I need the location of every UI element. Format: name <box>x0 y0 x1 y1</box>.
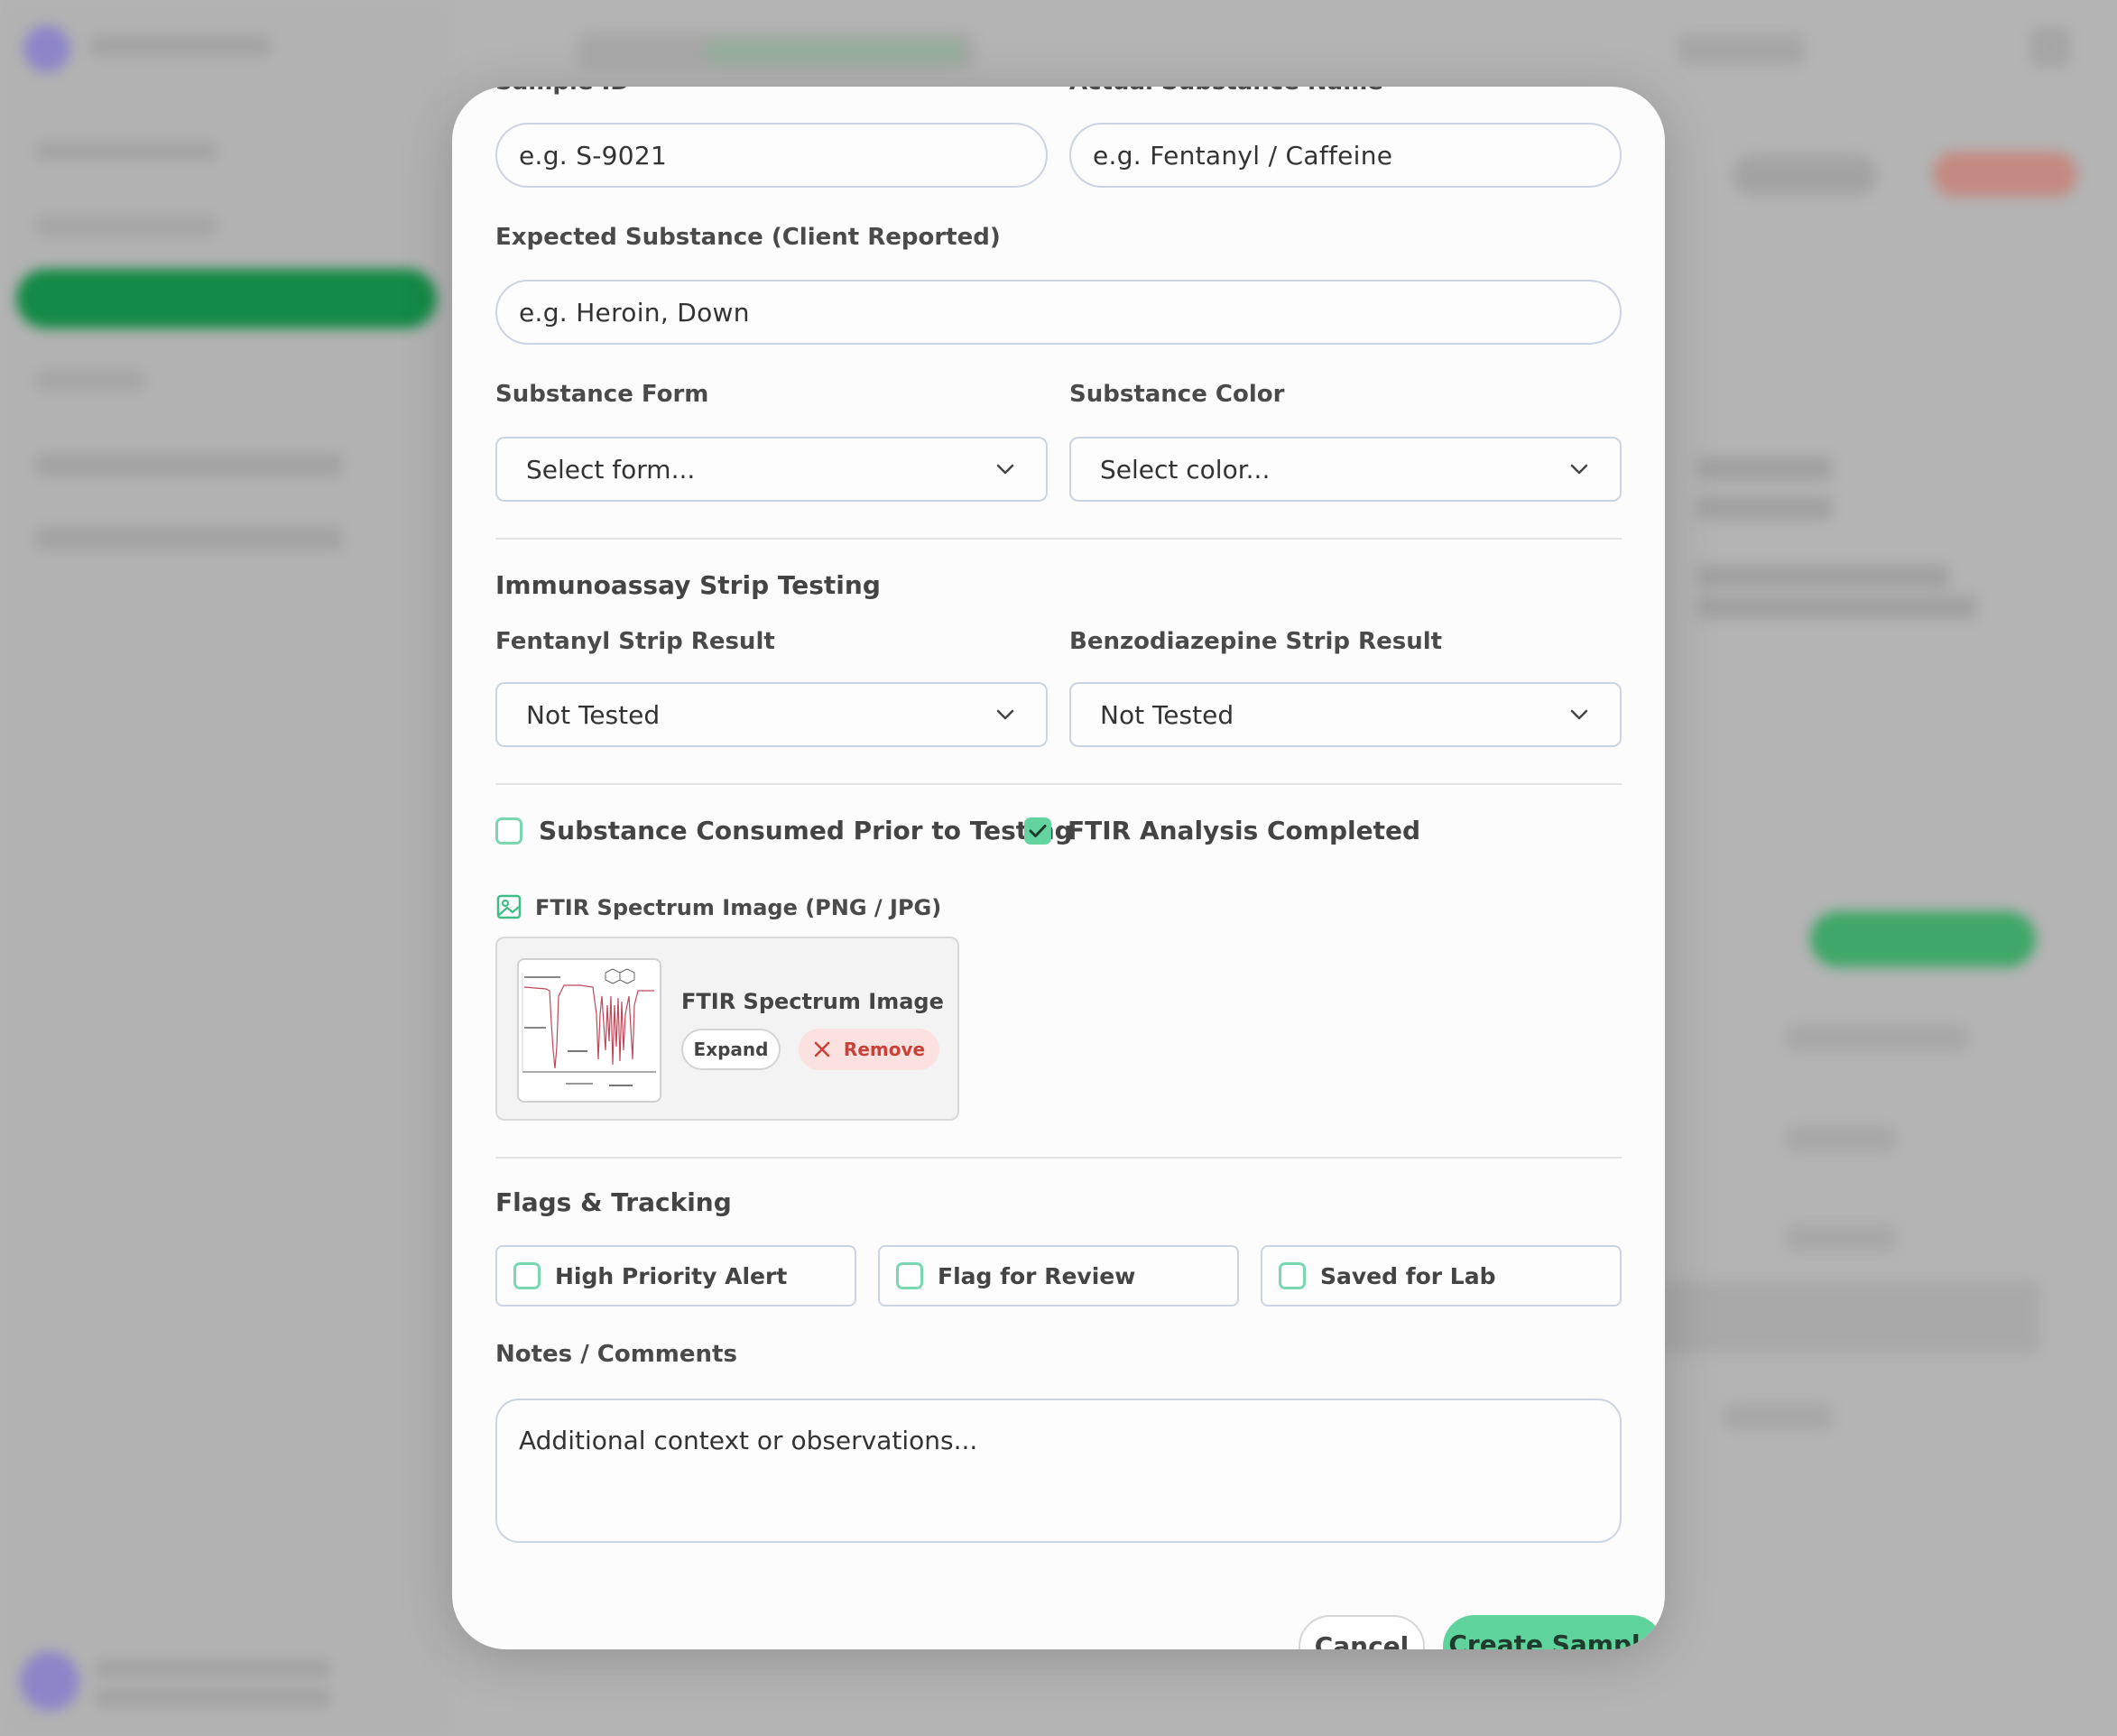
background-section <box>36 453 343 476</box>
background-nav-item <box>36 141 217 161</box>
ftir-upload-preview: FTIR Spectrum Image Expand Remove <box>495 937 959 1121</box>
ftir-thumbnail[interactable] <box>517 958 661 1103</box>
fentanyl-strip-label: Fentanyl Strip Result <box>495 628 775 655</box>
benzo-strip-label: Benzodiazepine Strip Result <box>1069 628 1443 655</box>
background-status <box>704 38 966 65</box>
chevron-down-icon <box>1567 457 1591 481</box>
background-icon <box>2030 27 2070 67</box>
background-search <box>1678 34 1805 65</box>
substance-color-value: Select color... <box>1100 454 1271 485</box>
actual-substance-label: Actual Substance Name <box>1069 87 1383 96</box>
ftir-completed-label: FTIR Analysis Completed <box>1068 816 1420 845</box>
high-priority-checkbox[interactable] <box>513 1262 541 1289</box>
background-band <box>1660 1281 2039 1353</box>
flags-title: Flags & Tracking <box>495 1187 732 1217</box>
image-icon <box>495 893 522 924</box>
flag-review-label: Flag for Review <box>938 1263 1136 1289</box>
actual-substance-input[interactable]: e.g. Fentanyl / Caffeine <box>1069 123 1622 188</box>
flag-review-checkbox[interactable] <box>896 1262 923 1289</box>
background-row <box>1787 1225 1895 1251</box>
ftir-file-name: FTIR Spectrum Image <box>681 989 944 1014</box>
sample-id-label: Sample ID <box>495 87 630 96</box>
background-row <box>1724 1404 1832 1429</box>
remove-button[interactable]: Remove <box>799 1029 939 1070</box>
background-text <box>1696 596 1976 619</box>
background-nav-item <box>36 217 217 236</box>
create-sample-modal: Sample ID Actual Substance Name e.g. S-9… <box>452 87 1665 1649</box>
background-nav-item <box>36 370 144 390</box>
divider <box>495 1157 1622 1159</box>
background-brand <box>90 36 271 56</box>
divider <box>495 783 1622 785</box>
fentanyl-strip-select[interactable]: Not Tested <box>495 682 1048 747</box>
substance-form-value: Select form... <box>526 454 696 485</box>
flag-review[interactable]: Flag for Review <box>878 1245 1239 1307</box>
notes-label: Notes / Comments <box>495 1341 737 1368</box>
background-user <box>96 1660 330 1678</box>
notes-textarea[interactable]: Additional context or observations... <box>495 1399 1622 1543</box>
background-row <box>1787 1126 1895 1151</box>
background-text <box>1696 565 1949 588</box>
background-button <box>1733 155 1877 195</box>
substance-color-label: Substance Color <box>1069 381 1285 408</box>
expected-substance-label: Expected Substance (Client Reported) <box>495 224 1001 251</box>
high-priority-label: High Priority Alert <box>555 1263 788 1289</box>
background-avatar <box>20 1651 79 1711</box>
background-text <box>1696 496 1832 520</box>
sample-id-input[interactable]: e.g. S-9021 <box>495 123 1048 188</box>
background-text <box>1696 457 1832 480</box>
remove-label: Remove <box>843 1039 926 1060</box>
background-section <box>36 527 343 550</box>
expand-button[interactable]: Expand <box>681 1029 781 1070</box>
chevron-down-icon <box>994 703 1017 726</box>
background-row <box>1787 1025 1967 1050</box>
substance-form-label: Substance Form <box>495 381 709 408</box>
cancel-button[interactable]: Cancel <box>1299 1615 1425 1649</box>
background-button <box>1933 152 2077 197</box>
background-user <box>96 1689 330 1707</box>
expected-substance-input[interactable]: e.g. Heroin, Down <box>495 280 1622 345</box>
consumed-prior-checkbox[interactable] <box>495 817 522 845</box>
background-logo <box>23 25 70 72</box>
ftir-completed-checkbox[interactable] <box>1024 817 1051 845</box>
strip-section-title: Immunoassay Strip Testing <box>495 570 881 600</box>
background-button <box>1810 911 2036 967</box>
check-icon <box>1029 825 1047 837</box>
sample-id-placeholder: e.g. S-9021 <box>519 140 668 171</box>
actual-substance-placeholder: e.g. Fentanyl / Caffeine <box>1093 140 1393 171</box>
substance-form-select[interactable]: Select form... <box>495 437 1048 502</box>
spectrum-thumbnail-image <box>519 960 660 1101</box>
benzo-strip-value: Not Tested <box>1100 699 1234 730</box>
benzo-strip-select[interactable]: Not Tested <box>1069 682 1622 747</box>
expected-substance-placeholder: e.g. Heroin, Down <box>519 297 750 328</box>
substance-color-select[interactable]: Select color... <box>1069 437 1622 502</box>
flag-saved-lab[interactable]: Saved for Lab <box>1261 1245 1622 1307</box>
flag-high-priority[interactable]: High Priority Alert <box>495 1245 856 1307</box>
consumed-prior-label: Substance Consumed Prior to Testing <box>539 816 1073 845</box>
close-icon <box>814 1041 830 1057</box>
divider <box>495 538 1622 540</box>
saved-lab-checkbox[interactable] <box>1279 1262 1306 1289</box>
background-sidebar <box>0 0 451 1736</box>
chevron-down-icon <box>994 457 1017 481</box>
ftir-image-label: FTIR Spectrum Image (PNG / JPG) <box>535 895 942 920</box>
notes-placeholder: Additional context or observations... <box>519 1426 978 1455</box>
background-nav-active <box>16 269 437 328</box>
chevron-down-icon <box>1567 703 1591 726</box>
fentanyl-strip-value: Not Tested <box>526 699 661 730</box>
saved-lab-label: Saved for Lab <box>1320 1263 1496 1289</box>
create-sample-button[interactable]: Create Sample <box>1443 1615 1663 1649</box>
